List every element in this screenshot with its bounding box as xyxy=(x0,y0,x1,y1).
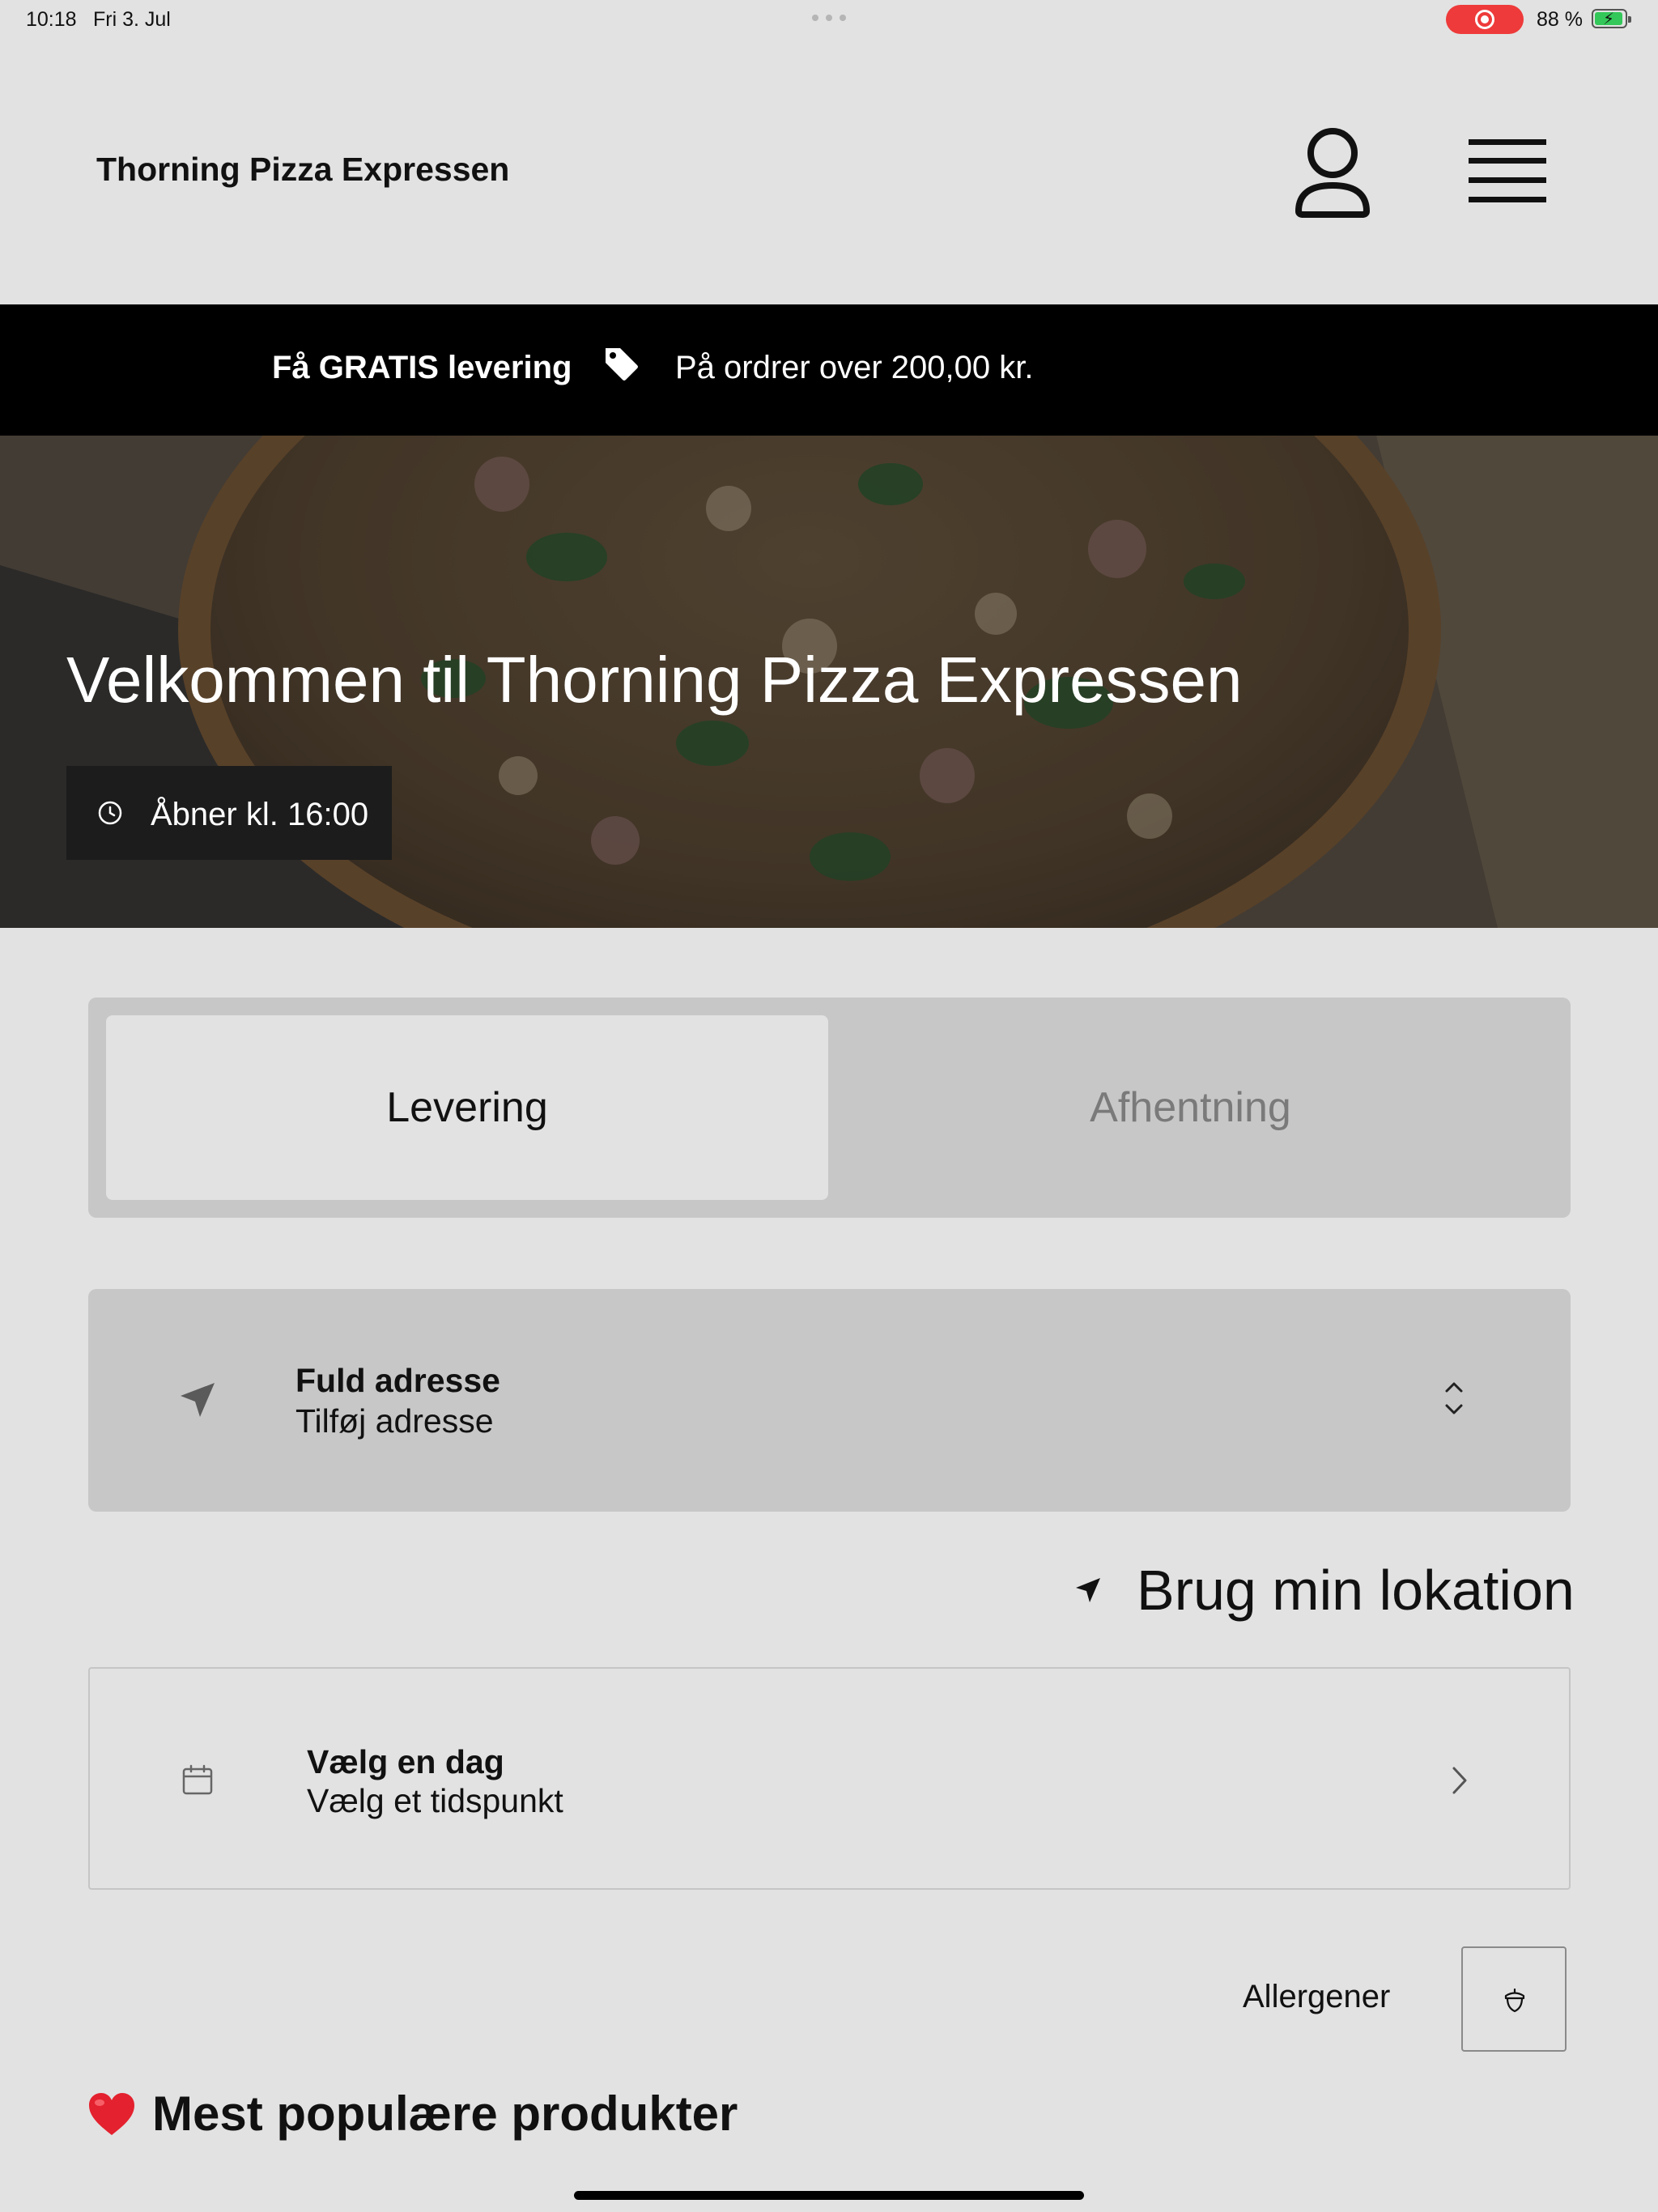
chevron-right-icon xyxy=(1452,1767,1467,1794)
location-arrow-icon xyxy=(181,1383,215,1417)
opening-hours-badge: Åbner kl. 16:00 xyxy=(66,766,392,860)
battery-icon: ⚡ xyxy=(1592,9,1631,28)
popular-products-heading: Mest populære produkter xyxy=(87,2086,738,2142)
promo-condition: På ordrer over 200,00 kr. xyxy=(675,350,1034,385)
allergens-label[interactable]: Allergener xyxy=(1243,1979,1390,2015)
price-tag-icon xyxy=(606,348,638,381)
address-value: Tilføj adresse xyxy=(295,1402,494,1440)
tab-pickup[interactable]: Afhentning xyxy=(828,1015,1553,1200)
home-indicator[interactable] xyxy=(574,2191,1084,2200)
hero-title: Velkommen til Thorning Pizza Expressen xyxy=(66,644,1243,716)
promo-headline: Få GRATIS levering xyxy=(272,350,572,385)
popular-products-title: Mest populære produkter xyxy=(152,2087,738,2141)
multitasking-dots[interactable] xyxy=(812,15,846,21)
status-time: 10:18 xyxy=(26,8,77,31)
battery-percent: 88 % xyxy=(1537,8,1583,31)
acorn-icon xyxy=(1504,1989,1525,2013)
allergens-button[interactable] xyxy=(1461,1946,1567,2052)
brand-name[interactable]: Thorning Pizza Expressen xyxy=(96,151,509,189)
use-my-location-label: Brug min lokation xyxy=(1137,1559,1575,1622)
pizza-shop-page: 10:18 Fri 3. Jul 88 % ⚡ Thorning Pizza E… xyxy=(0,0,1658,2212)
tab-delivery[interactable]: Levering xyxy=(106,1015,828,1200)
menu-button[interactable] xyxy=(1467,136,1548,207)
address-label: Fuld adresse xyxy=(295,1362,500,1399)
clock-icon xyxy=(98,801,122,825)
screen-recording-indicator[interactable] xyxy=(1446,5,1524,34)
opening-hours-text: Åbner kl. 16:00 xyxy=(151,797,369,832)
status-bar: 10:18 Fri 3. Jul 88 % ⚡ xyxy=(0,0,1658,39)
schedule-day-label: Vælg en dag xyxy=(307,1743,504,1780)
hero-banner: Velkommen til Thorning Pizza Expressen Å… xyxy=(0,436,1658,928)
heart-emoji-icon xyxy=(89,2092,134,2135)
order-type-toggle: Levering Afhentning xyxy=(88,998,1571,1218)
user-icon xyxy=(1295,128,1370,218)
use-my-location-button[interactable]: Brug min lokation xyxy=(1073,1558,1575,1623)
user-account-button[interactable] xyxy=(1292,125,1373,219)
schedule-time-value: Vælg et tidspunkt xyxy=(307,1782,563,1819)
schedule-selector[interactable]: Vælg en dag Vælg et tidspunkt xyxy=(88,1667,1571,1890)
calendar-icon xyxy=(182,1764,213,1795)
free-delivery-banner: Få GRATIS levering På ordrer over 200,00… xyxy=(0,304,1658,436)
address-selector[interactable]: Fuld adresse Tilføj adresse xyxy=(88,1289,1571,1512)
status-date: Fri 3. Jul xyxy=(93,8,171,31)
location-arrow-icon xyxy=(1076,1578,1100,1602)
chevron-up-down-icon xyxy=(1445,1382,1463,1414)
